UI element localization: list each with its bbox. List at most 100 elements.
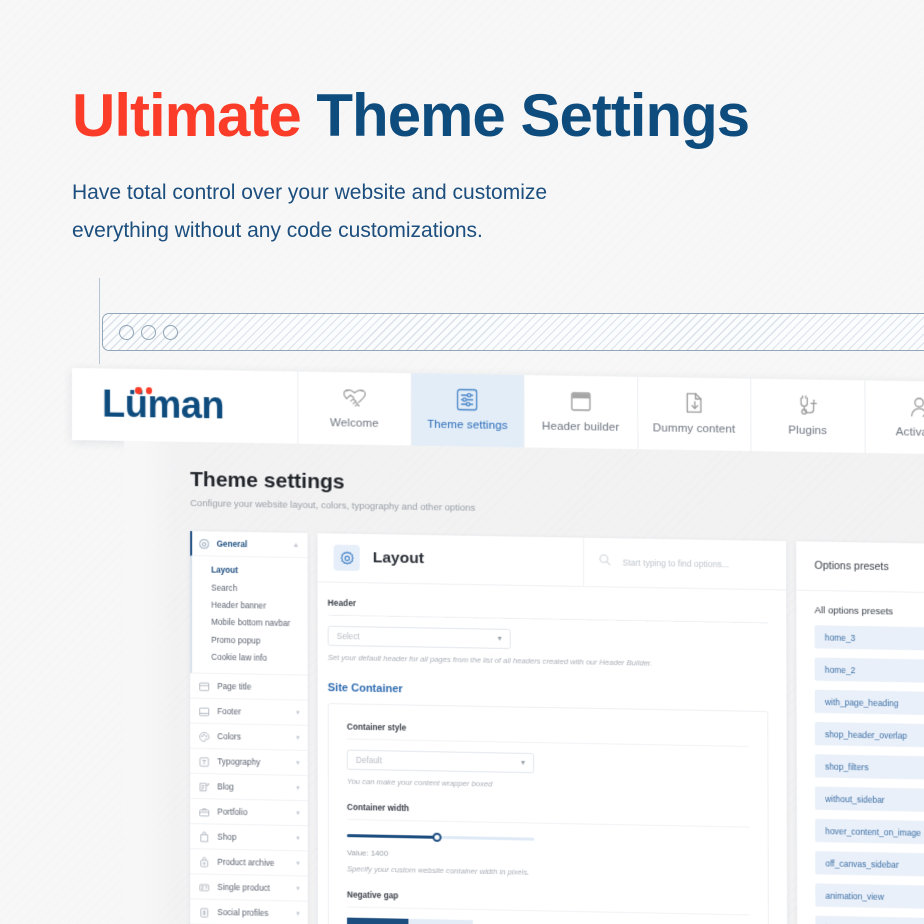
container-width-label: Container width [346, 802, 410, 814]
preset-item[interactable]: off_canvas_sidebar [815, 851, 924, 878]
sidebar-subitem-mobile-bottom-navbar[interactable]: Mobile bottom navbar [192, 613, 307, 632]
tab-header-builder[interactable]: Header builder [524, 375, 638, 450]
preset-item[interactable]: without_sidebar [815, 786, 924, 813]
options-presets-panel: Options presets All options presets home… [796, 541, 924, 924]
chevron-down-icon: ▾ [296, 759, 300, 767]
sidebar-subitem-layout[interactable]: Layout [192, 561, 307, 580]
sidebar-subitem-search[interactable]: Search [192, 579, 307, 598]
sidebar-item-product-archive[interactable]: Product archive ▾ [190, 849, 308, 877]
sliders-icon [454, 387, 480, 412]
divider [347, 906, 750, 916]
container-width-slider[interactable] [346, 831, 535, 844]
sidebar-subitem-header-banner[interactable]: Header banner [192, 596, 307, 615]
sidebar-subitem-cookie-law-info[interactable]: Cookie law info [192, 648, 307, 667]
shop-bag-icon [198, 830, 210, 842]
sidebar-item-page-title[interactable]: Page title [190, 673, 308, 701]
tab-activation-label: Activation [895, 425, 924, 439]
divider [346, 738, 750, 747]
page-root: Ultimate Theme Settings Have total contr… [0, 0, 924, 924]
browser-dot-maximize-icon [163, 325, 178, 340]
all-options-presets-label: All options presets [814, 605, 894, 618]
settings-main-panel: Layout Start typing to find options... H… [317, 533, 788, 924]
negative-gap-toggle: ENABLED DISABLED [347, 917, 750, 924]
container-style-help: You can make your content wrapper boxed [346, 776, 493, 789]
preset-item[interactable]: hover_content_on_image [815, 818, 924, 846]
sidebar-subitem-promo-popup[interactable]: Promo popup [192, 631, 307, 650]
dashboard-mockup: Lüman Welcome Theme settings Header buil… [71, 368, 924, 924]
tab-welcome[interactable]: Welcome [298, 371, 412, 446]
sidebar-item-typography[interactable]: Typography ▾ [190, 748, 308, 777]
options-search-placeholder: Start typing to find options... [622, 557, 729, 570]
settings-sidebar: General ▲ Layout Search Header banner Mo… [190, 531, 308, 924]
tab-plugins[interactable]: Plugins [751, 378, 866, 453]
gear-icon [198, 537, 210, 549]
sidebar-item-colors[interactable]: Colors ▾ [190, 723, 308, 752]
sidebar-item-single-product-label: Single product [217, 882, 270, 893]
preset-item[interactable]: shop_header_overlap [814, 721, 924, 749]
chevron-down-icon: ▾ [296, 910, 300, 918]
chevron-down-icon: ▾ [296, 784, 300, 792]
sidebar-item-general[interactable]: General ▲ [190, 531, 308, 559]
sidebar-item-blog[interactable]: Blog ▾ [190, 774, 308, 802]
options-search[interactable]: Start typing to find options... [584, 538, 786, 590]
sidebar-item-social-profiles[interactable]: Social profiles ▾ [190, 899, 308, 924]
settings-columns: General ▲ Layout Search Header banner Mo… [190, 531, 924, 924]
header-select[interactable]: Select ▾ [327, 625, 511, 650]
sidebar-item-general-label: General [216, 539, 248, 549]
theme-settings-page: Theme settings Configure your website la… [124, 440, 924, 924]
tab-theme-settings[interactable]: Theme settings [411, 373, 525, 448]
divider [327, 614, 769, 624]
options-presets-list: All options presets home_3 home_2 with_p… [796, 591, 924, 924]
sidebar-item-blog-label: Blog [217, 782, 234, 792]
plug-icon [794, 393, 820, 418]
preset-item[interactable]: hover_summary [815, 915, 924, 924]
preset-item[interactable]: with_page_heading [814, 689, 924, 716]
container-width-group: Container width Value: 1400 Specify your… [347, 803, 750, 881]
tab-dummy-content[interactable]: Dummy content [637, 376, 752, 452]
sidebar-item-footer[interactable]: Footer ▾ [190, 698, 308, 727]
sidebar-item-social-profiles-label: Social profiles [217, 907, 269, 918]
portfolio-icon [198, 805, 210, 817]
headline-accent: Ultimate [72, 82, 302, 149]
slider-handle[interactable] [432, 832, 442, 842]
browser-dot-close-icon [119, 325, 134, 340]
footer-icon [198, 705, 210, 717]
preset-item[interactable]: home_3 [814, 625, 924, 652]
headline-primary: Theme Settings [316, 82, 750, 149]
tab-activation[interactable]: Activation [865, 380, 924, 454]
negative-gap-disabled-button[interactable]: DISABLED [408, 918, 473, 924]
sidebar-item-single-product[interactable]: Single product ▾ [190, 874, 308, 902]
social-profiles-icon [198, 906, 210, 918]
negative-gap-label: Negative gap [346, 890, 399, 901]
hero-subtitle-line-1: Have total control over your website and… [72, 180, 548, 204]
sidebar-item-footer-label: Footer [217, 706, 242, 717]
container-width-value: Value: 1400 [346, 848, 389, 859]
sidebar-general-subitems: Layout Search Header banner Mobile botto… [190, 556, 308, 676]
chevron-down-icon: ▾ [296, 860, 300, 868]
chevron-down-icon: ▾ [497, 633, 502, 643]
negative-gap-enabled-button[interactable]: ENABLED [347, 917, 409, 924]
dashboard-left-fade [124, 440, 177, 924]
sidebar-item-product-archive-label: Product archive [217, 857, 275, 868]
chevron-down-icon: ▾ [296, 885, 300, 893]
brand-logo[interactable]: Lüman [71, 368, 299, 444]
container-style-select[interactable]: Default ▾ [346, 749, 535, 774]
slider-fill [346, 834, 437, 839]
preset-item[interactable]: animation_view [815, 883, 924, 910]
sidebar-item-portfolio-label: Portfolio [217, 807, 248, 817]
file-download-icon [681, 391, 706, 417]
options-presets-header: Options presets [796, 541, 924, 595]
container-width-help: Specify your custom website container wi… [346, 864, 530, 877]
single-product-icon [198, 881, 210, 893]
gear-icon [333, 544, 360, 572]
tab-plugins-label: Plugins [788, 423, 828, 437]
preset-item[interactable]: shop_filters [814, 754, 924, 781]
tab-dummy-content-label: Dummy content [652, 422, 736, 436]
page-headline: Ultimate Theme Settings [72, 84, 872, 148]
sidebar-item-portfolio[interactable]: Portfolio ▾ [190, 799, 308, 827]
sidebar-item-shop[interactable]: Shop ▾ [190, 824, 308, 852]
product-archive-icon [198, 856, 210, 868]
tab-theme-settings-label: Theme settings [427, 418, 508, 433]
preset-item[interactable]: home_2 [814, 657, 924, 684]
browser-mock-rail [99, 278, 100, 364]
